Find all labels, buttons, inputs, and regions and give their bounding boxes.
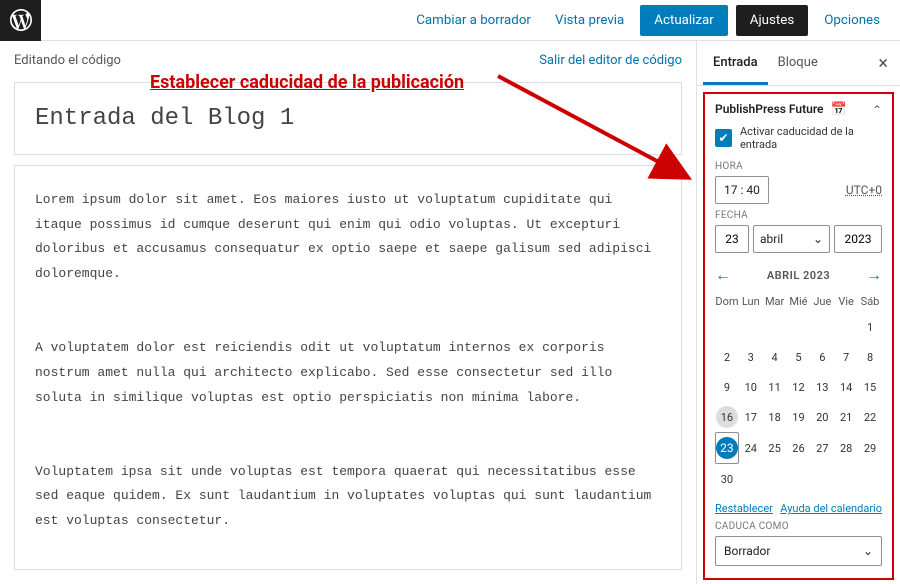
enable-expiration-checkbox[interactable]: ✔	[715, 129, 732, 147]
calendar-day	[810, 312, 834, 342]
settings-sidebar: Entrada Bloque × PublishPress Future 📅 ⌃…	[696, 41, 900, 584]
calendar-day[interactable]: 5	[787, 342, 811, 372]
code-editor: Editando el código Salir del editor de c…	[0, 41, 696, 584]
weekday-header: Sáb	[858, 291, 882, 312]
preview-button[interactable]: Vista previa	[547, 7, 632, 34]
annotation-label: Establecer caducidad de la publicación	[150, 72, 464, 93]
day-input[interactable]	[715, 225, 749, 253]
calendar-day	[834, 464, 858, 494]
weekday-header: Lun	[739, 291, 763, 312]
post-body-textarea[interactable]: Lorem ipsum dolor sit amet. Eos maiores …	[35, 188, 661, 570]
calendar-day[interactable]: 25	[763, 432, 787, 464]
calendar-day[interactable]: 2	[715, 342, 739, 372]
update-button[interactable]: Actualizar	[640, 5, 728, 36]
weekday-header: Jue	[810, 291, 834, 312]
calendar-day[interactable]: 3	[739, 342, 763, 372]
calendar-day[interactable]: 23	[715, 432, 739, 464]
calendar-day[interactable]: 29	[858, 432, 882, 464]
calendar-day[interactable]: 13	[810, 372, 834, 402]
tab-block[interactable]: Bloque	[768, 41, 828, 85]
calendar-day[interactable]: 7	[834, 342, 858, 372]
date-section-label: FECHA	[715, 210, 882, 221]
calendar-day[interactable]: 22	[858, 402, 882, 432]
settings-button[interactable]: Ajustes	[736, 5, 808, 36]
expire-as-select[interactable]: Borrador ⌄	[715, 536, 882, 566]
calendar-day	[763, 464, 787, 494]
calendar-day	[810, 464, 834, 494]
calendar-day[interactable]: 11	[763, 372, 787, 402]
next-month-button[interactable]: →	[866, 265, 882, 285]
calendar-day[interactable]: 24	[739, 432, 763, 464]
minute-value[interactable]: 40	[746, 183, 760, 197]
month-value: abril	[760, 232, 783, 246]
calendar-grid: DomLunMarMiéJueVieSáb 123456789101112131…	[715, 291, 882, 494]
time-input[interactable]: 17 : 40	[715, 176, 769, 204]
calendar-day[interactable]: 10	[739, 372, 763, 402]
weekday-header: Dom	[715, 291, 739, 312]
calendar-day	[787, 464, 811, 494]
close-sidebar-button[interactable]: ×	[872, 47, 894, 80]
post-title-input[interactable]	[35, 105, 661, 132]
tab-post[interactable]: Entrada	[703, 41, 768, 85]
exit-code-editor-link[interactable]: Salir del editor de código	[539, 53, 682, 68]
weekday-header: Vie	[834, 291, 858, 312]
calendar-day	[715, 312, 739, 342]
reset-link[interactable]: Restablecer	[715, 502, 773, 515]
calendar-day[interactable]: 27	[810, 432, 834, 464]
expire-as-label: CADUCA COMO	[715, 521, 882, 532]
weekday-header: Mar	[763, 291, 787, 312]
calendar-day[interactable]: 9	[715, 372, 739, 402]
calendar-day[interactable]: 1	[858, 312, 882, 342]
calendar-day[interactable]: 28	[834, 432, 858, 464]
panel-title: PublishPress Future	[715, 102, 824, 116]
calendar-day[interactable]: 8	[858, 342, 882, 372]
weekday-header: Mié	[787, 291, 811, 312]
wordpress-logo[interactable]	[0, 0, 41, 41]
calendar-day[interactable]: 17	[739, 402, 763, 432]
calendar-day[interactable]: 4	[763, 342, 787, 372]
calendar-day	[739, 312, 763, 342]
calendar-icon: 📅	[831, 102, 847, 117]
calendar-day[interactable]: 21	[834, 402, 858, 432]
publishpress-future-panel: PublishPress Future 📅 ⌃ ✔ Activar caduci…	[703, 92, 894, 580]
prev-month-button[interactable]: ←	[715, 265, 731, 285]
calendar-day	[834, 312, 858, 342]
chevron-up-icon: ⌃	[872, 103, 882, 117]
enable-expiration-label: Activar caducidad de la entrada	[740, 125, 882, 151]
calendar-day[interactable]: 19	[787, 402, 811, 432]
calendar-day	[763, 312, 787, 342]
timezone-link[interactable]: UTC+0	[846, 183, 882, 197]
calendar-day[interactable]: 6	[810, 342, 834, 372]
calendar-day[interactable]: 15	[858, 372, 882, 402]
chevron-down-icon: ⌄	[813, 232, 823, 246]
calendar-day[interactable]: 12	[787, 372, 811, 402]
calendar-day[interactable]: 20	[810, 402, 834, 432]
year-input[interactable]	[834, 225, 882, 253]
calendar-day[interactable]: 16	[715, 402, 739, 432]
calendar-day	[787, 312, 811, 342]
calendar-day[interactable]: 30	[715, 464, 739, 494]
calendar-month-label: ABRIL 2023	[767, 269, 830, 282]
editing-code-label: Editando el código	[14, 53, 121, 68]
expire-as-value: Borrador	[724, 544, 770, 558]
hour-value[interactable]: 17	[724, 183, 738, 197]
calendar-day[interactable]: 18	[763, 402, 787, 432]
calendar-help-link[interactable]: Ayuda del calendario	[780, 502, 882, 515]
month-select[interactable]: abril ⌄	[753, 225, 830, 253]
options-button[interactable]: Opciones	[816, 7, 888, 34]
calendar-day	[739, 464, 763, 494]
topbar: Cambiar a borrador Vista previa Actualiz…	[0, 0, 900, 41]
switch-to-draft-button[interactable]: Cambiar a borrador	[408, 7, 539, 34]
time-section-label: HORA	[715, 161, 882, 172]
calendar-day[interactable]: 14	[834, 372, 858, 402]
calendar-day	[858, 464, 882, 494]
panel-toggle[interactable]: PublishPress Future 📅 ⌃	[715, 102, 882, 117]
calendar-day[interactable]: 26	[787, 432, 811, 464]
chevron-down-icon: ⌄	[863, 544, 873, 558]
